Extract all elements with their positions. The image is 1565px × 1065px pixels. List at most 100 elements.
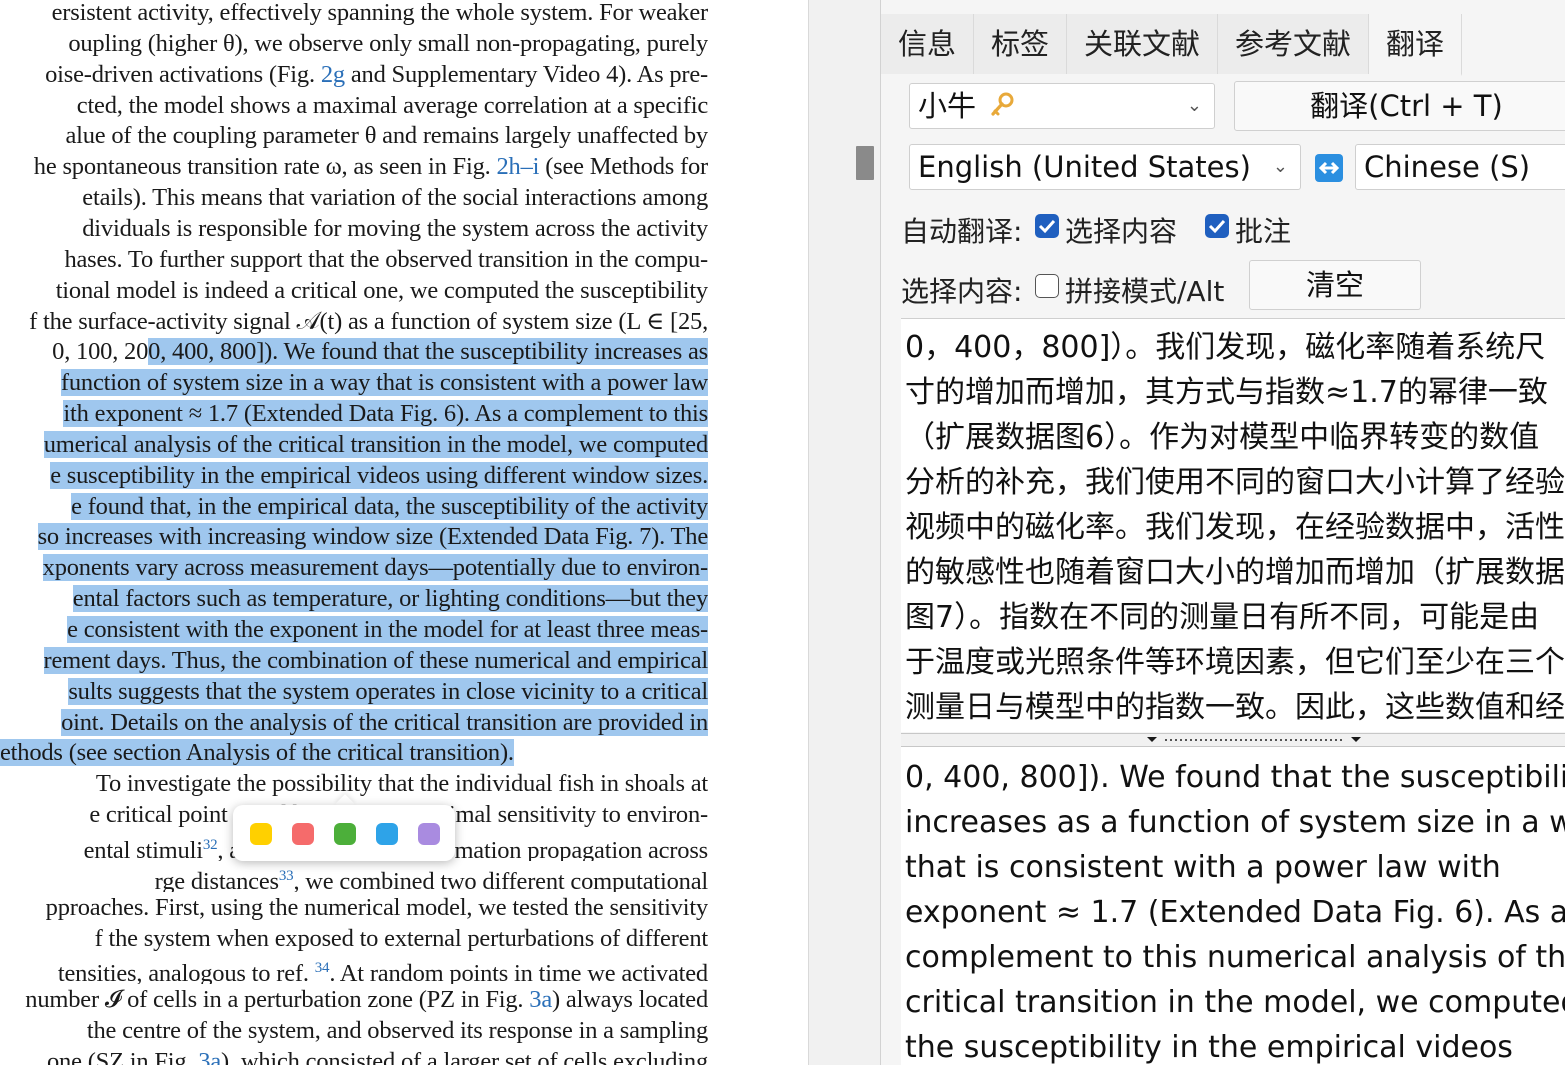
document-text-line[interactable]: sults suggests that the system operates …: [0, 676, 708, 707]
auto-annotation-checkbox[interactable]: [1205, 214, 1229, 238]
document-text-line[interactable]: e susceptibility in the empirical videos…: [0, 460, 708, 491]
text-segment: To investigate the possibility that the …: [95, 770, 708, 798]
panel-tab-bar: 信息 标签 关联文献 参考文献 翻译: [881, 14, 1565, 76]
document-text-line[interactable]: ethods (see section Analysis of the crit…: [0, 737, 708, 768]
citation-superscript[interactable]: 32: [203, 837, 218, 853]
tab-translate[interactable]: 翻译: [1369, 14, 1462, 76]
text-segment: one (SZ in Fig.: [47, 1047, 199, 1065]
document-text-line[interactable]: To investigate the possibility that the …: [0, 768, 708, 799]
text-segment: oise-driven activations (Fig.: [45, 60, 321, 88]
yellow-color-swatch[interactable]: [250, 823, 272, 845]
text-segment: so increases with increasing window size…: [37, 523, 708, 551]
text-segment: . At random points in time we activated: [329, 960, 708, 985]
document-text-line[interactable]: pproaches. First, using the numerical mo…: [0, 892, 708, 923]
document-text-line[interactable]: rge distances33, we combined two differe…: [0, 861, 708, 892]
document-text-line[interactable]: function of system size in a way that is…: [0, 367, 708, 398]
source-line: 0, 400, 800]). We found that the suscept…: [905, 760, 1565, 795]
document-text-line[interactable]: rement days. Thus, the combination of th…: [0, 645, 708, 676]
pdf-page[interactable]: ersistent activity, effectively spanning…: [0, 0, 808, 1065]
source-line: complement to this numerical analysis of…: [905, 940, 1565, 975]
text-segment: 0, 400, 800]). We found that the suscept…: [148, 338, 708, 366]
scrollbar-thumb[interactable]: [856, 146, 874, 180]
text-segment: (see Methods for: [539, 153, 708, 181]
translation-line: 视频中的磁化率。我们发现，在经验数据中，活性: [905, 510, 1565, 545]
text-segment: oint. Details on the analysis of the cri…: [61, 708, 708, 736]
text-segment: ), which consisted of a larger set of ce…: [221, 1047, 708, 1065]
document-text-line[interactable]: oise-driven activations (Fig. 2g and Sup…: [0, 59, 708, 90]
translation-line: 图7）。指数在不同的测量日有所不同，可能是由: [905, 600, 1540, 635]
document-text-line[interactable]: e found that, in the empirical data, the…: [0, 491, 708, 522]
text-segment: umerical analysis of the critical transi…: [43, 430, 708, 458]
text-segment: xponents vary across measurement days—po…: [42, 554, 708, 582]
tab-info[interactable]: 信息: [881, 14, 974, 74]
text-segment: f the system when exposed to external pe…: [94, 924, 708, 952]
document-text-line[interactable]: tional model is indeed a critical one, w…: [0, 275, 708, 306]
chevron-down-icon: ⌄: [1272, 156, 1288, 177]
citation-superscript[interactable]: 33: [279, 868, 294, 884]
document-text-line[interactable]: alue of the coupling parameter θ and rem…: [0, 120, 708, 151]
document-text-line[interactable]: f the system when exposed to external pe…: [0, 923, 708, 954]
document-text-line[interactable]: hases. To further support that the obser…: [0, 244, 708, 275]
pane-splitter[interactable]: [901, 733, 1565, 747]
tab-tags[interactable]: 标签: [974, 14, 1067, 74]
text-segment: 0, 100, 20: [52, 338, 149, 366]
document-text-line[interactable]: ersistent activity, effectively spanning…: [0, 0, 708, 28]
document-text-line[interactable]: oupling (higher θ), we observe only smal…: [0, 28, 708, 59]
document-text-line[interactable]: ith exponent ≈ 1.7 (Extended Data Fig. 6…: [0, 398, 708, 429]
concat-mode-checkbox[interactable]: [1035, 274, 1059, 298]
text-segment: hases. To further support that the obser…: [64, 245, 708, 273]
document-text-line[interactable]: f the surface-activity signal 𝒜(t) as a …: [0, 306, 708, 337]
green-color-swatch[interactable]: [334, 823, 356, 845]
text-segment: , we combined two different computationa…: [293, 867, 708, 892]
document-text-line[interactable]: one (SZ in Fig. 3a), which consisted of …: [0, 1046, 708, 1065]
auto-selection-checkbox[interactable]: [1035, 214, 1059, 238]
document-text-line[interactable]: oint. Details on the analysis of the cri…: [0, 707, 708, 738]
blue-color-swatch[interactable]: [376, 823, 398, 845]
source-line: critical transition in the model, we com…: [905, 985, 1565, 1020]
document-text-line[interactable]: ental factors such as temperature, or li…: [0, 583, 708, 614]
text-segment: function of system size in a way that is…: [60, 369, 708, 397]
document-text-line[interactable]: xponents vary across measurement days—po…: [0, 552, 708, 583]
document-text-line[interactable]: umerical analysis of the critical transi…: [0, 429, 708, 460]
document-text-line[interactable]: 0, 100, 200, 400, 800]). We found that t…: [0, 336, 708, 367]
document-text-line[interactable]: dividuals is responsible for moving the …: [0, 213, 708, 244]
translate-button[interactable]: 翻译(Ctrl + T): [1234, 81, 1565, 131]
auto-translate-label: 自动翻译:: [901, 215, 1023, 248]
source-line: increases as a function of system size i…: [905, 805, 1565, 840]
figure-link[interactable]: 3a: [198, 1048, 221, 1065]
text-segment: e found that, in the empirical data, the…: [71, 492, 708, 520]
document-text-line[interactable]: tensities, analogous to ref. 34. At rand…: [0, 953, 708, 984]
citation-superscript[interactable]: 34: [315, 960, 330, 976]
figure-link[interactable]: 2g: [321, 61, 345, 88]
text-segment: rge distances: [154, 867, 279, 892]
translation-line: 分析的补充，我们使用不同的窗口大小计算了经验: [905, 465, 1565, 500]
clear-button[interactable]: 清空: [1249, 260, 1421, 310]
text-segment: pproaches. First, using the numerical mo…: [45, 893, 708, 921]
source-language-select[interactable]: English (United States) ⌄: [909, 144, 1301, 190]
translation-output[interactable]: 0，400，800]）。我们发现，磁化率随着系统尺 寸的增加而增加，其方式与指数≈…: [901, 318, 1565, 732]
document-text-line[interactable]: etails). This means that variation of th…: [0, 182, 708, 213]
figure-link[interactable]: 2h–i: [497, 153, 540, 180]
figure-link[interactable]: 3a: [529, 986, 552, 1013]
tab-related[interactable]: 关联文献: [1067, 14, 1218, 74]
source-text-input[interactable]: 0, 400, 800]). We found that the suscept…: [901, 747, 1565, 1065]
translation-line: 测量日与模型中的指数一致。因此，这些数值和经: [905, 690, 1565, 725]
text-segment: rement days. Thus, the combination of th…: [43, 646, 708, 674]
document-text-line[interactable]: cted, the model shows a maximal average …: [0, 90, 708, 121]
document-text-line[interactable]: so increases with increasing window size…: [0, 521, 708, 552]
red-color-swatch[interactable]: [292, 823, 314, 845]
purple-color-swatch[interactable]: [418, 823, 440, 845]
engine-select[interactable]: 小牛 ⌄: [909, 83, 1215, 129]
text-segment: e consistent with the exponent in the mo…: [67, 616, 708, 643]
document-text-line[interactable]: he spontaneous transition rate ω, as see…: [0, 151, 708, 182]
key-icon: [989, 86, 1015, 130]
document-text-line[interactable]: e consistent with the exponent in the mo…: [0, 614, 708, 645]
target-language-select[interactable]: Chinese (S): [1355, 144, 1565, 190]
text-segment: the centre of the system, and observed i…: [80, 1017, 708, 1045]
document-text-line[interactable]: the centre of the system, and observed i…: [0, 1015, 708, 1046]
target-language-value: Chinese (S): [1364, 150, 1531, 184]
tab-references[interactable]: 参考文献: [1218, 14, 1369, 74]
document-text-line[interactable]: number 𝓘 of cells in a perturbation zone…: [0, 984, 708, 1015]
swap-language-icon[interactable]: [1315, 154, 1343, 182]
translation-line: 寸的增加而增加，其方式与指数≈1.7的幂律一致: [905, 375, 1548, 410]
